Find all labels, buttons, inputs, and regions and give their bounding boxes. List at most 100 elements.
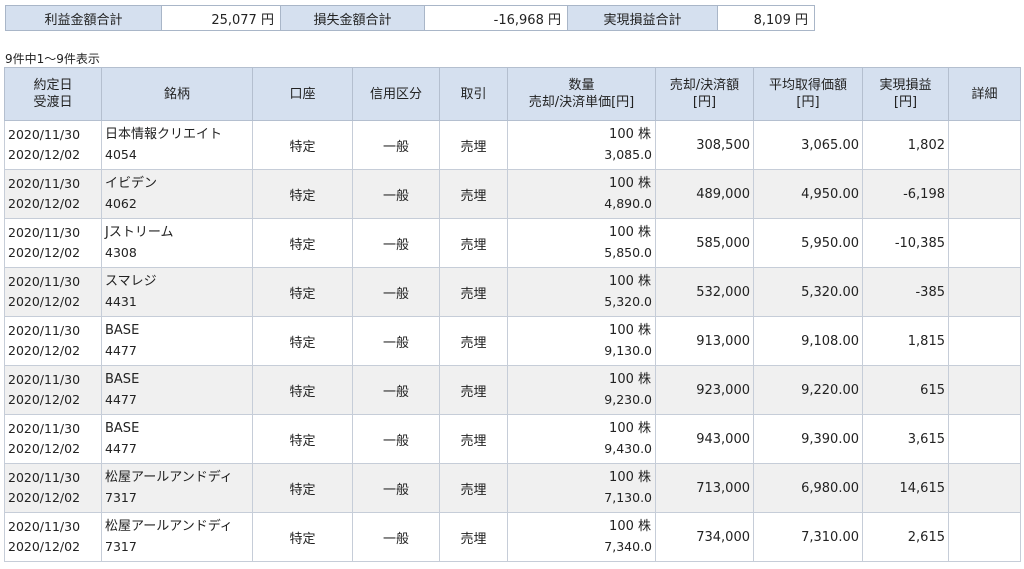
realized-pl-cell: -385 [862, 267, 949, 317]
date-cell: 2020/11/30 2020/12/02 [4, 316, 102, 366]
unit-price: 7,340.0 [604, 539, 652, 554]
table-row: 2020/11/30 2020/12/02 BASE 4477 特定 一般 売埋 100 株 9… [4, 414, 1021, 464]
sell-amount-cell: 713,000 [655, 463, 754, 513]
quantity-cell: 100 株 9,430.0 [507, 414, 656, 464]
sell-amount-cell: 308,500 [655, 120, 754, 170]
stock-name: スマレジ [105, 274, 157, 289]
quantity: 100 株 [609, 274, 651, 289]
quantity-cell: 100 株 4,890.0 [507, 169, 656, 219]
realized-pl-cell: 615 [862, 365, 949, 415]
quantity-cell: 100 株 7,340.0 [507, 512, 656, 562]
table-row: 2020/11/30 2020/12/02 BASE 4477 特定 一般 売埋 100 株 9… [4, 316, 1021, 366]
unit-price: 9,430.0 [604, 441, 652, 456]
settle-date: 2020/12/02 [8, 245, 81, 260]
stock-name: イビデン [105, 176, 158, 191]
header-realized-pl: 実現損益 [円] [862, 67, 949, 121]
detail-cell [948, 316, 1021, 366]
trade-date: 2020/11/30 [8, 421, 81, 436]
realized-pl-cell: 3,615 [862, 414, 949, 464]
realized-pl-cell: 14,615 [862, 463, 949, 513]
table-row: 2020/11/30 2020/12/02 松屋アールアンドディ 7317 特定 一般 売埋… [4, 463, 1021, 513]
table-row: 2020/11/30 2020/12/02 スマレジ 4431 特定 一般 売埋 100 株 5… [4, 267, 1021, 317]
credit-cell: 一般 [352, 463, 440, 513]
avg-cost-cell: 6,980.00 [753, 463, 863, 513]
account-cell: 特定 [252, 267, 353, 317]
quantity: 100 株 [609, 176, 651, 191]
sell-amount-cell: 585,000 [655, 218, 754, 268]
sell-amount-cell: 532,000 [655, 267, 754, 317]
quantity: 100 株 [609, 470, 651, 485]
trade-cell: 売埋 [439, 267, 508, 317]
quantity-cell: 100 株 9,230.0 [507, 365, 656, 415]
date-cell: 2020/11/30 2020/12/02 [4, 267, 102, 317]
quantity: 100 株 [609, 421, 651, 436]
realized-pl-cell: 1,815 [862, 316, 949, 366]
credit-cell: 一般 [352, 365, 440, 415]
detail-cell [948, 414, 1021, 464]
settle-date: 2020/12/02 [8, 343, 81, 358]
avg-cost-cell: 9,108.00 [753, 316, 863, 366]
date-cell: 2020/11/30 2020/12/02 [4, 463, 102, 513]
credit-cell: 一般 [352, 267, 440, 317]
trade-date: 2020/11/30 [8, 176, 81, 191]
header-name: 銘柄 [101, 67, 253, 121]
profit-total-label: 利益金額合計 [5, 5, 162, 31]
detail-cell [948, 120, 1021, 170]
trade-date: 2020/11/30 [8, 470, 81, 485]
sell-amount-cell: 913,000 [655, 316, 754, 366]
avg-cost-cell: 3,065.00 [753, 120, 863, 170]
unit-price: 9,130.0 [604, 343, 652, 358]
table-header-row: 約定日 受渡日 銘柄 口座 信用区分 取引 数量 売却/決済単価[円] 売却/決… [4, 67, 1021, 121]
stock-code: 4477 [105, 343, 137, 358]
unit-price: 5,850.0 [604, 245, 652, 260]
trade-cell: 売埋 [439, 512, 508, 562]
name-cell: BASE 4477 [101, 414, 253, 464]
quantity: 100 株 [609, 225, 651, 240]
table-row: 2020/11/30 2020/12/02 BASE 4477 特定 一般 売埋 100 株 9… [4, 365, 1021, 415]
sell-amount-cell: 923,000 [655, 365, 754, 415]
trade-date: 2020/11/30 [8, 323, 81, 338]
stock-code: 4431 [105, 294, 137, 309]
settle-date: 2020/12/02 [8, 392, 81, 407]
stock-name: BASE [105, 323, 140, 338]
trade-cell: 売埋 [439, 365, 508, 415]
avg-cost-cell: 9,220.00 [753, 365, 863, 415]
account-cell: 特定 [252, 120, 353, 170]
account-cell: 特定 [252, 316, 353, 366]
name-cell: Jストリーム 4308 [101, 218, 253, 268]
sell-amount-cell: 734,000 [655, 512, 754, 562]
stock-name: BASE [105, 421, 140, 436]
account-cell: 特定 [252, 169, 353, 219]
name-cell: BASE 4477 [101, 365, 253, 415]
table-body: 2020/11/30 2020/12/02 日本情報クリエイト 4054 特定 一般 売埋 1… [4, 120, 1021, 562]
stock-code: 4477 [105, 441, 137, 456]
account-cell: 特定 [252, 512, 353, 562]
name-cell: 日本情報クリエイト 4054 [101, 120, 253, 170]
summary-bar: 利益金額合計 25,077 円 損失金額合計 -16,968 円 実現損益合計 … [5, 5, 815, 31]
trade-date: 2020/11/30 [8, 225, 81, 240]
trade-date: 2020/11/30 [8, 127, 81, 142]
stock-name: Jストリーム [105, 225, 174, 240]
avg-cost-cell: 5,320.00 [753, 267, 863, 317]
trade-cell: 売埋 [439, 169, 508, 219]
realized-total-value: 8,109 円 [717, 5, 815, 31]
credit-cell: 一般 [352, 414, 440, 464]
trade-cell: 売埋 [439, 120, 508, 170]
account-cell: 特定 [252, 414, 353, 464]
unit-price: 5,320.0 [604, 294, 652, 309]
name-cell: BASE 4477 [101, 316, 253, 366]
trade-cell: 売埋 [439, 463, 508, 513]
account-cell: 特定 [252, 463, 353, 513]
detail-cell [948, 512, 1021, 562]
date-cell: 2020/11/30 2020/12/02 [4, 365, 102, 415]
unit-price: 3,085.0 [604, 147, 652, 162]
quantity: 100 株 [609, 519, 651, 534]
trade-date: 2020/11/30 [8, 372, 81, 387]
quantity: 100 株 [609, 372, 651, 387]
quantity-cell: 100 株 7,130.0 [507, 463, 656, 513]
realized-pl-cell: 1,802 [862, 120, 949, 170]
quantity-cell: 100 株 5,850.0 [507, 218, 656, 268]
detail-cell [948, 267, 1021, 317]
unit-price: 7,130.0 [604, 490, 652, 505]
stock-code: 4477 [105, 392, 137, 407]
